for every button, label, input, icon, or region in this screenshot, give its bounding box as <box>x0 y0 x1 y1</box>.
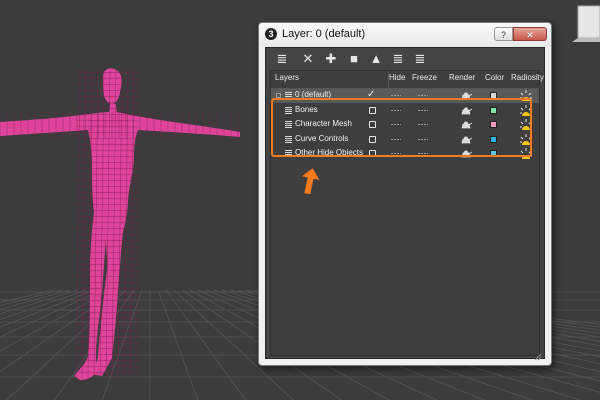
col-layers[interactable]: Layers <box>275 73 299 82</box>
column-header: Layers Hide Freeze Render Color Radiosit… <box>271 71 544 89</box>
help-button[interactable]: ? <box>494 27 513 41</box>
selection-highlight-box <box>271 98 532 157</box>
window-title: Layer: 0 (default) <box>282 28 366 40</box>
resize-grip-icon[interactable] <box>534 348 542 361</box>
layer-dialog: 3 Layer: 0 (default) ? ✕ ≣ ✕ ✚ ■ ▲ ≣ ≣ Layers … <box>258 22 552 366</box>
freeze-toggle[interactable] <box>418 95 428 96</box>
title-bar[interactable]: 3 Layer: 0 (default) ? ✕ <box>259 23 551 47</box>
col-color[interactable]: Color <box>485 73 504 82</box>
freeze-all-icon[interactable]: ≣ <box>412 51 428 67</box>
select-objects-icon[interactable]: ■ <box>346 51 362 67</box>
dialog-content: ≣ ✕ ✚ ■ ▲ ≣ ≣ Layers Hide Freeze Render Color … <box>265 47 545 361</box>
close-button[interactable]: ✕ <box>513 27 547 41</box>
delete-layer-icon[interactable]: ✕ <box>300 51 316 67</box>
orange-arrow-icon <box>301 168 319 194</box>
create-layer-icon[interactable]: ≣ <box>274 51 290 67</box>
col-freeze[interactable]: Freeze <box>412 73 437 82</box>
hide-toggle[interactable] <box>391 95 401 96</box>
col-render[interactable]: Render <box>449 73 475 82</box>
layer-toolbar: ≣ ✕ ✚ ■ ▲ ≣ ≣ <box>266 48 544 70</box>
highlight-layer-icon[interactable]: ▲ <box>368 51 384 67</box>
add-to-layer-icon[interactable]: ✚ <box>323 51 339 67</box>
col-hide[interactable]: Hide <box>389 73 405 82</box>
app-logo-icon: 3 <box>265 28 277 40</box>
col-radiosity[interactable]: Radiosity <box>511 73 544 82</box>
hide-all-icon[interactable]: ≣ <box>390 51 406 67</box>
